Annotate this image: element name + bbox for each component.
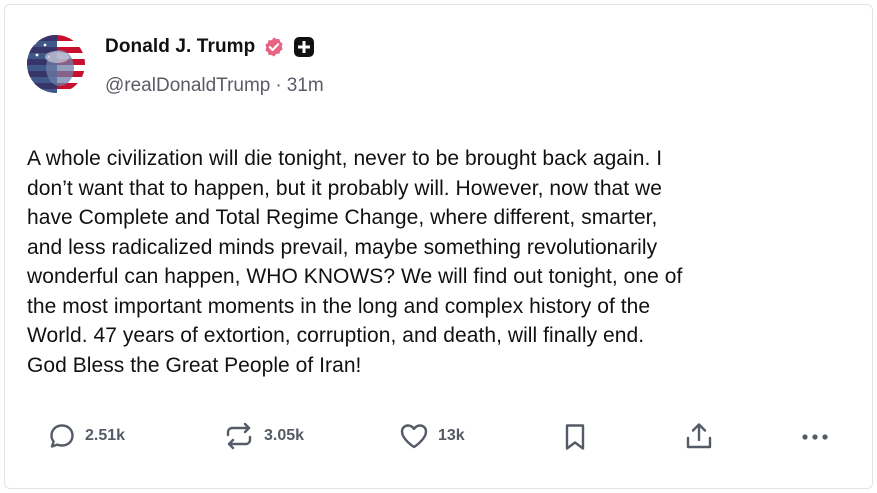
bookmark-button[interactable] bbox=[560, 421, 590, 453]
repost-button[interactable]: 3.05k bbox=[222, 421, 304, 451]
post-text: A whole civilization will die tonight, n… bbox=[27, 147, 683, 377]
like-count: 13k bbox=[438, 427, 465, 444]
repost-icon bbox=[226, 422, 252, 450]
author-row: Donald J. Trump bbox=[105, 36, 315, 58]
more-options-button[interactable] bbox=[798, 421, 832, 453]
more-icon bbox=[802, 434, 828, 440]
reply-icon bbox=[50, 424, 74, 448]
handle-row: @realDonaldTrump · 31m bbox=[105, 75, 324, 97]
reply-count: 2.51k bbox=[85, 427, 126, 444]
separator: · bbox=[275, 75, 282, 96]
bookmark-icon bbox=[565, 424, 585, 450]
display-name[interactable]: Donald J. Trump bbox=[105, 36, 255, 58]
timestamp[interactable]: 31m bbox=[287, 75, 324, 97]
share-icon bbox=[686, 423, 712, 449]
handle[interactable]: @realDonaldTrump bbox=[105, 75, 270, 97]
action-bar: 2.51k 3.05k 13k bbox=[5, 421, 874, 457]
heart-icon bbox=[400, 424, 428, 449]
share-button[interactable] bbox=[683, 421, 715, 453]
like-button[interactable]: 13k bbox=[398, 421, 465, 451]
avatar-image bbox=[27, 35, 85, 93]
post-card[interactable]: Donald J. Trump @realDonaldTrump · 31m A… bbox=[4, 4, 873, 489]
plus-badge-icon bbox=[293, 36, 315, 58]
verified-badge-icon bbox=[263, 36, 285, 58]
reply-button[interactable]: 2.51k bbox=[47, 421, 125, 451]
avatar[interactable] bbox=[27, 35, 85, 93]
repost-count: 3.05k bbox=[264, 427, 305, 444]
